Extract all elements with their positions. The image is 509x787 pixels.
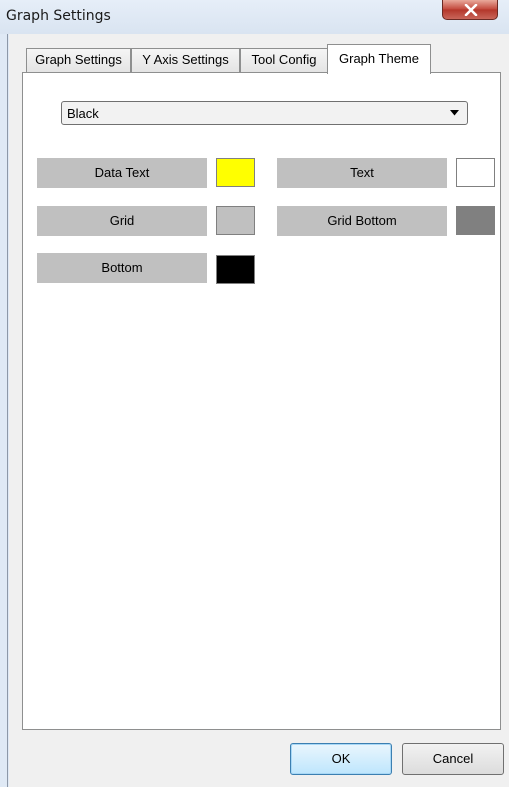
theme-select[interactable]: Black — [61, 101, 468, 125]
tab-label: Y Axis Settings — [142, 52, 229, 67]
close-button[interactable] — [442, 0, 498, 20]
grid-color-label: Grid — [37, 206, 207, 236]
chevron-down-icon — [450, 110, 459, 116]
text-color-swatch[interactable] — [456, 158, 495, 187]
data-text-color-label: Data Text — [37, 158, 207, 188]
cancel-button[interactable]: Cancel — [402, 743, 504, 775]
tab-label: Graph Settings — [35, 52, 122, 67]
title-bar: Graph Settings — [0, 0, 509, 34]
tab-graph-theme[interactable]: Graph Theme — [327, 44, 431, 74]
text-color-label: Text — [277, 158, 447, 188]
window-left-border — [0, 34, 8, 787]
bottom-color-swatch[interactable] — [216, 255, 255, 284]
ok-button[interactable]: OK — [290, 743, 392, 775]
grid-color-swatch[interactable] — [216, 206, 255, 235]
tab-y-axis-settings[interactable]: Y Axis Settings — [131, 48, 240, 72]
grid-bottom-color-swatch[interactable] — [456, 206, 495, 235]
grid-bottom-color-label: Grid Bottom — [277, 206, 447, 236]
bottom-color-label: Bottom — [37, 253, 207, 283]
tab-graph-settings[interactable]: Graph Settings — [26, 48, 131, 72]
window-title: Graph Settings — [6, 8, 111, 24]
theme-select-value: Black — [67, 106, 99, 121]
tab-label: Tool Config — [251, 52, 317, 67]
tab-label: Graph Theme — [339, 51, 419, 66]
tab-tool-config[interactable]: Tool Config — [240, 48, 328, 72]
close-icon — [464, 4, 478, 16]
data-text-color-swatch[interactable] — [216, 158, 255, 187]
